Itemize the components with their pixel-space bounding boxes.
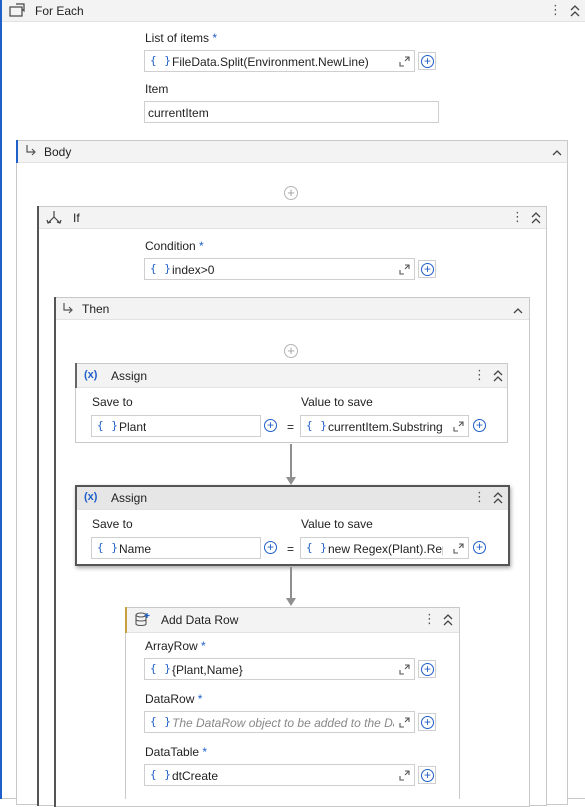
item-input[interactable]: currentItem [144,101,439,123]
add-circle-icon: + [421,663,434,676]
item-label: Item [145,82,169,96]
foreach-collapse-chevron-icon[interactable] [570,5,580,20]
expression-braces-icon: { } [150,715,172,728]
assign-name-value-label: Value to save [301,517,373,531]
add-data-row-title: Add Data Row [161,613,239,627]
expression-braces-icon: { } [150,262,172,275]
assign-name-value-input[interactable]: { } new Regex(Plant).Repl [300,537,469,559]
expand-editor-icon[interactable] [399,770,410,781]
body-collapse-chevron-icon[interactable] [552,146,562,160]
then-header[interactable] [55,298,529,320]
foreach-header[interactable] [1,0,585,22]
add-data-row-collapse-chevron-icon[interactable] [443,614,453,629]
assign-plant-save-to-label: Save to [92,395,133,409]
if-icon [46,210,62,228]
datarow-add-button[interactable]: + [418,713,436,731]
equals-sign: = [287,542,295,556]
if-left-accent [37,206,39,806]
assign-name-title: Assign [111,491,148,505]
add-circle-icon: + [264,541,277,554]
then-collapse-chevron-icon[interactable] [513,304,523,318]
foreach-kebab-menu-icon[interactable]: ⋮ [549,2,562,18]
flow-arrow-icon [286,598,296,606]
insert-activity-add-icon[interactable]: + [284,344,298,358]
body-arrow-icon [25,144,37,159]
expression-braces-icon: { } [150,768,172,781]
add-data-row-kebab-menu-icon[interactable]: ⋮ [423,611,436,627]
add-circle-icon: + [421,769,434,782]
arrayrow-input[interactable]: { } {Plant,Name} [144,658,415,680]
then-left-accent [54,297,56,807]
assign-plant-value-add-button[interactable]: + [471,417,489,435]
insert-activity-add-icon[interactable]: + [284,186,298,200]
expression-braces-icon: { } [97,541,119,554]
assign-plant-kebab-menu-icon[interactable]: ⋮ [473,367,486,383]
expression-braces-icon: { } [97,419,119,432]
add-circle-icon: + [421,55,434,68]
assign-plant-left-accent [75,363,77,388]
assign-icon: (x) [84,491,98,503]
condition-input[interactable]: { } index>0 [144,258,415,280]
condition-label: Condition * [145,239,204,253]
add-circle-icon: + [473,419,486,432]
list-of-items-label: List of items * [145,31,218,45]
if-title: If [73,211,80,225]
add-circle-icon: + [473,541,486,554]
datatable-label: DataTable * [145,745,208,759]
then-title: Then [82,302,110,316]
add-circle-icon: + [264,419,277,432]
assign-plant-value-input[interactable]: { } currentItem.Substring( [300,415,469,437]
add-circle-icon: + [421,263,434,276]
if-kebab-menu-icon[interactable]: ⋮ [511,209,524,225]
equals-sign: = [287,420,295,434]
assign-name-collapse-chevron-icon[interactable] [493,492,503,507]
foreach-title: For Each [35,4,84,18]
body-title: Body [44,145,72,159]
foreach-icon [9,3,25,20]
list-of-items-add-button[interactable]: + [418,52,436,70]
condition-add-button[interactable]: + [418,260,436,278]
expression-braces-icon: { } [306,419,328,432]
expression-braces-icon: { } [150,662,172,675]
datatable-input[interactable]: { } dtCreate [144,764,415,786]
assign-plant-collapse-chevron-icon[interactable] [493,370,503,385]
then-arrow-icon [62,302,74,317]
flow-connector [290,444,292,478]
datarow-label: DataRow * [145,692,203,706]
datarow-input[interactable]: { } The DataRow object to be added to th… [144,711,415,733]
flow-arrow-icon [286,477,296,485]
arrayrow-label: ArrayRow * [145,639,206,653]
expand-editor-icon[interactable] [399,717,410,728]
expand-editor-icon[interactable] [399,264,410,275]
add-circle-icon: + [421,716,434,729]
assign-name-save-to-input[interactable]: { } Name [91,537,261,559]
if-collapse-chevron-icon[interactable] [531,212,541,227]
expand-editor-icon[interactable] [399,56,410,67]
expand-editor-icon[interactable] [453,543,464,554]
assign-plant-save-to-input[interactable]: { } Plant [91,415,261,437]
if-header[interactable] [38,207,546,229]
body-header[interactable] [17,141,567,163]
assign-name-value-add-button[interactable]: + [471,539,489,557]
body-left-accent [16,140,18,163]
add-data-row-icon [134,612,150,630]
list-of-items-input[interactable]: { } FileData.Split(Environment.NewLine) [144,50,415,72]
datatable-add-button[interactable]: + [418,766,436,784]
assign-plant-save-to-add-button[interactable]: + [262,417,280,435]
add-data-row-left-accent [125,607,127,633]
assign-name-save-to-add-button[interactable]: + [262,539,280,557]
expression-braces-icon: { } [150,54,172,67]
arrayrow-add-button[interactable]: + [418,660,436,678]
assign-plant-value-label: Value to save [301,395,373,409]
expression-braces-icon: { } [306,541,328,554]
assign-name-save-to-label: Save to [92,517,133,531]
foreach-left-accent [0,0,2,799]
flow-connector [290,567,292,599]
assign-icon: (x) [84,369,98,381]
expand-editor-icon[interactable] [453,421,464,432]
assign-name-kebab-menu-icon[interactable]: ⋮ [473,489,486,505]
assign-plant-title: Assign [111,369,148,383]
expand-editor-icon[interactable] [399,664,410,675]
